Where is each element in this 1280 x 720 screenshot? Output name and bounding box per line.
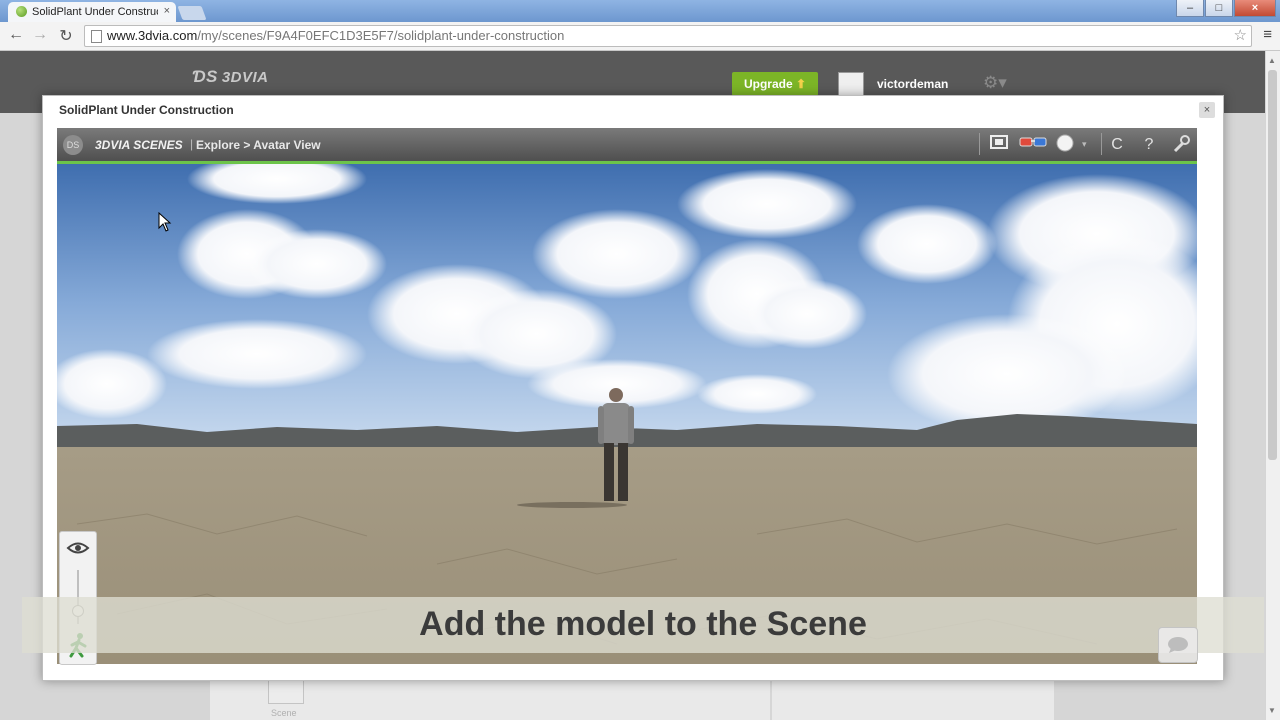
toolbar-divider xyxy=(979,133,980,155)
viewer-toolbar: DS 3DVIA SCENES | Explore > Avatar View … xyxy=(57,128,1197,164)
window-close-button[interactable]: × xyxy=(1234,0,1276,17)
help-icon[interactable]: ? xyxy=(1137,134,1161,156)
viewer-breadcrumb: Explore > Avatar View xyxy=(196,138,321,152)
new-tab-button[interactable] xyxy=(177,6,207,20)
browser-tab[interactable]: SolidPlant Under Constructi × xyxy=(8,2,176,22)
username[interactable]: victordeman xyxy=(877,77,948,91)
3dvia-logo-icon: DS xyxy=(63,135,83,155)
gear-icon[interactable]: ⚙▾ xyxy=(983,73,1007,93)
url-text: www.3dvia.com/my/scenes/F9A4F0EFC1D3E5F7… xyxy=(107,28,565,43)
chat-bubble-button[interactable] xyxy=(1158,627,1198,663)
ds-logo-icon: ƊS xyxy=(192,67,218,86)
caption-bar: Add the model to the Scene xyxy=(22,597,1264,653)
back-icon[interactable]: ← xyxy=(6,26,26,44)
scene-card-icon[interactable] xyxy=(268,678,304,704)
settings-wrench-icon[interactable] xyxy=(1169,134,1193,156)
window-controls: – □ × xyxy=(1175,0,1276,18)
reload-icon[interactable]: ↻ xyxy=(56,26,76,46)
maximize-button[interactable]: □ xyxy=(1205,0,1233,17)
fullscreen-icon[interactable] xyxy=(987,134,1011,156)
scene-card-label: Scene xyxy=(271,708,297,718)
3d-viewer[interactable]: DS 3DVIA SCENES | Explore > Avatar View … xyxy=(57,128,1197,664)
viewer-brand: 3DVIA SCENES xyxy=(95,138,183,152)
scroll-down-icon[interactable]: ▼ xyxy=(1268,706,1276,715)
modal-title: SolidPlant Under Construction xyxy=(59,103,234,117)
upgrade-button[interactable]: Upgrade ⬆ xyxy=(732,72,818,96)
bookmark-star-icon[interactable]: ☆ xyxy=(1234,26,1247,46)
eye-icon[interactable] xyxy=(66,540,90,556)
svg-text:▾: ▾ xyxy=(1082,140,1087,150)
tab-title: SolidPlant Under Constructi xyxy=(32,6,158,18)
modal-close-button[interactable]: × xyxy=(1199,102,1215,118)
page-icon xyxy=(91,30,102,43)
caption-text: Add the model to the Scene xyxy=(419,605,867,643)
browser-menu-icon[interactable]: ≡ xyxy=(1263,26,1272,43)
forward-icon[interactable]: → xyxy=(30,26,50,44)
up-arrow-icon: ⬆ xyxy=(795,77,807,91)
3d-scene[interactable] xyxy=(57,164,1197,664)
tab-close-button[interactable]: × xyxy=(164,5,170,17)
avatar-shadow xyxy=(517,502,627,508)
toolbar-divider xyxy=(1101,133,1102,155)
site-logo[interactable]: ƊS 3DVIA xyxy=(192,67,269,87)
breadcrumb-separator: | xyxy=(190,137,194,151)
anaglyph-3d-icon[interactable] xyxy=(1019,134,1047,156)
browser-toolbar: ← → ↻ www.3dvia.com/my/scenes/F9A4F0EFC1… xyxy=(0,22,1280,51)
minimize-button[interactable]: – xyxy=(1176,0,1204,17)
browser-tabstrip: SolidPlant Under Constructi × – □ × xyxy=(0,0,1280,22)
scroll-up-icon[interactable]: ▲ xyxy=(1268,56,1276,65)
chat-bubble-icon xyxy=(1168,637,1188,653)
mouse-cursor-icon xyxy=(158,212,172,232)
reset-icon[interactable]: C xyxy=(1105,134,1129,156)
scroll-thumb[interactable] xyxy=(1268,70,1277,460)
favicon-icon xyxy=(16,6,27,17)
address-bar[interactable]: www.3dvia.com/my/scenes/F9A4F0EFC1D3E5F7… xyxy=(84,25,1252,47)
quality-icon[interactable]: ▾ xyxy=(1053,134,1091,156)
